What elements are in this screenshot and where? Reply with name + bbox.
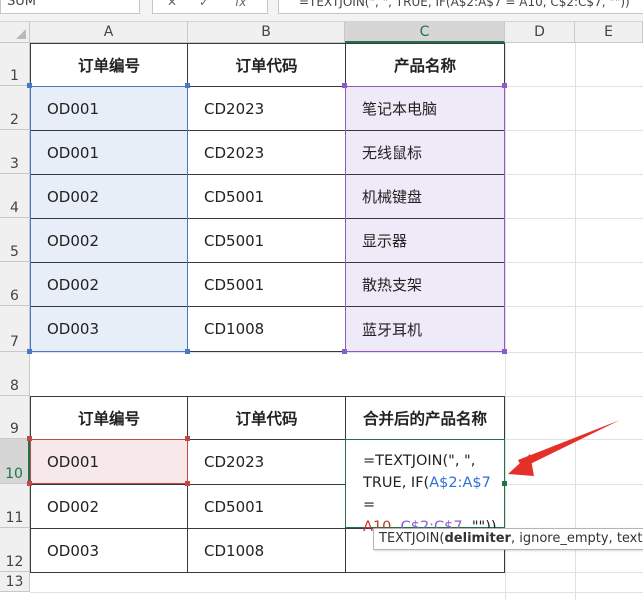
table1-cell-c3[interactable]: 无线鼠标 (345, 130, 505, 175)
table1-cell-a5[interactable]: OD002 (30, 218, 188, 263)
range-handle[interactable] (27, 481, 32, 486)
range-handle[interactable] (502, 83, 507, 88)
gridline (505, 484, 643, 485)
formula-input[interactable]: =TEXTJOIN(", ", TRUE, IF(A$2:A$7 = A10, … (278, 0, 643, 14)
column-header-c[interactable]: C (345, 22, 505, 43)
table1-cell-a7[interactable]: OD003 (30, 306, 188, 352)
active-cell-c10-editor[interactable]: =TEXTJOIN(", ", TRUE, IF(A$2:A$7 = A10, C… (345, 439, 505, 535)
table1-cell-b3[interactable]: CD2023 (187, 130, 346, 175)
gridline (505, 218, 643, 219)
table1-cell-b4[interactable]: CD5001 (187, 174, 346, 219)
range-handle[interactable] (342, 349, 347, 354)
cancel-icon[interactable]: ✕ (167, 0, 177, 11)
table1-cell-c7[interactable]: 蓝牙耳机 (345, 306, 505, 352)
column-header-d[interactable]: D (505, 22, 575, 43)
table1-cell-a4[interactable]: OD002 (30, 174, 188, 219)
name-box[interactable]: SUM (0, 0, 140, 14)
insert-function-icon[interactable]: fx (235, 0, 246, 11)
function-tooltip[interactable]: TEXTJOIN(delimiter, ignore_empty, text1 (373, 528, 643, 550)
row-header-12[interactable]: 12 (0, 528, 30, 572)
row-header-5[interactable]: 5 (0, 218, 30, 262)
gridline (505, 262, 643, 263)
table1-cell-b7[interactable]: CD1008 (187, 306, 346, 352)
column-header-e[interactable]: E (575, 22, 643, 43)
table2-cell-b11[interactable]: CD5001 (187, 484, 346, 529)
tooltip-current-arg: delimiter (444, 531, 511, 546)
table2-header-order-no[interactable]: 订单编号 (30, 396, 188, 440)
formula-range-a: A$2:A$7 (429, 475, 491, 491)
fill-handle[interactable] (502, 481, 507, 486)
formula-part: =TEXTJOIN(", ", (363, 453, 476, 469)
table2-cell-a11[interactable]: OD002 (30, 484, 188, 529)
table1-cell-b2[interactable]: CD2023 (187, 86, 346, 131)
table2-cell-b12[interactable]: CD1008 (187, 528, 346, 573)
formula-buttons: ✕ ✓ fx (152, 0, 268, 14)
table1-cell-c5[interactable]: 显示器 (345, 218, 505, 263)
gridline (505, 306, 643, 307)
formula-part: = (363, 497, 376, 513)
table1-cell-b6[interactable]: CD5001 (187, 262, 346, 307)
row-header-3[interactable]: 3 (0, 130, 30, 174)
row-header-11[interactable]: 11 (0, 484, 30, 528)
range-handle[interactable] (185, 83, 190, 88)
gridline (505, 43, 506, 600)
range-handle[interactable] (185, 436, 190, 441)
column-header-a[interactable]: A (30, 22, 188, 43)
gridline (30, 352, 643, 353)
row-header-7[interactable]: 7 (0, 306, 30, 352)
row-header-6[interactable]: 6 (0, 262, 30, 306)
tooltip-function: TEXTJOIN( (379, 531, 445, 546)
range-handle[interactable] (502, 349, 507, 354)
gridline (505, 439, 643, 440)
range-handle[interactable] (185, 349, 190, 354)
formula-bar: SUM ✕ ✓ fx =TEXTJOIN(", ", TRUE, IF(A$2:… (0, 0, 643, 22)
row-header-1[interactable]: 1 (0, 43, 30, 86)
range-handle[interactable] (27, 436, 32, 441)
row-header-9[interactable]: 9 (0, 396, 30, 439)
table1-cell-b5[interactable]: CD5001 (187, 218, 346, 263)
table2-header-merged-product[interactable]: 合并后的产品名称 (345, 396, 505, 440)
gridline (30, 592, 643, 593)
range-handle[interactable] (27, 83, 32, 88)
table1-header-product[interactable]: 产品名称 (345, 43, 505, 87)
range-handle[interactable] (342, 83, 347, 88)
row-header-8[interactable]: 8 (0, 352, 30, 396)
gridline (505, 86, 643, 87)
row-header-13[interactable]: 13 (0, 572, 30, 592)
row-header-4[interactable]: 4 (0, 174, 30, 218)
range-handle[interactable] (27, 349, 32, 354)
table2-header-order-code[interactable]: 订单代码 (187, 396, 346, 440)
table1-cell-a2[interactable]: OD001 (30, 86, 188, 131)
table1-header-order-code[interactable]: 订单代码 (187, 43, 346, 87)
column-header-b[interactable]: B (188, 22, 345, 43)
row-header-10[interactable]: 10 (0, 439, 30, 484)
table2-cell-a10[interactable]: OD001 (30, 439, 188, 485)
table1-header-order-no[interactable]: 订单编号 (30, 43, 188, 87)
table1-cell-c4[interactable]: 机械键盘 (345, 174, 505, 219)
gridline (575, 43, 576, 600)
table1-cell-c2[interactable]: 笔记本电脑 (345, 86, 505, 131)
tooltip-rest: , ignore_empty, text1 (510, 531, 643, 546)
row-header-2[interactable]: 2 (0, 86, 30, 130)
gridline (505, 174, 643, 175)
table2-cell-a12[interactable]: OD003 (30, 528, 188, 573)
annotation-arrow-icon (508, 420, 620, 476)
table2-cell-b10[interactable]: CD2023 (187, 439, 346, 485)
table1-cell-c6[interactable]: 散热支架 (345, 262, 505, 307)
select-all-button[interactable] (0, 22, 30, 43)
gridline (505, 130, 643, 131)
formula-part: TRUE, IF( (363, 475, 430, 491)
table1-cell-a6[interactable]: OD002 (30, 262, 188, 307)
range-handle[interactable] (185, 481, 190, 486)
table1-cell-a3[interactable]: OD001 (30, 130, 188, 175)
enter-icon[interactable]: ✓ (199, 0, 209, 11)
